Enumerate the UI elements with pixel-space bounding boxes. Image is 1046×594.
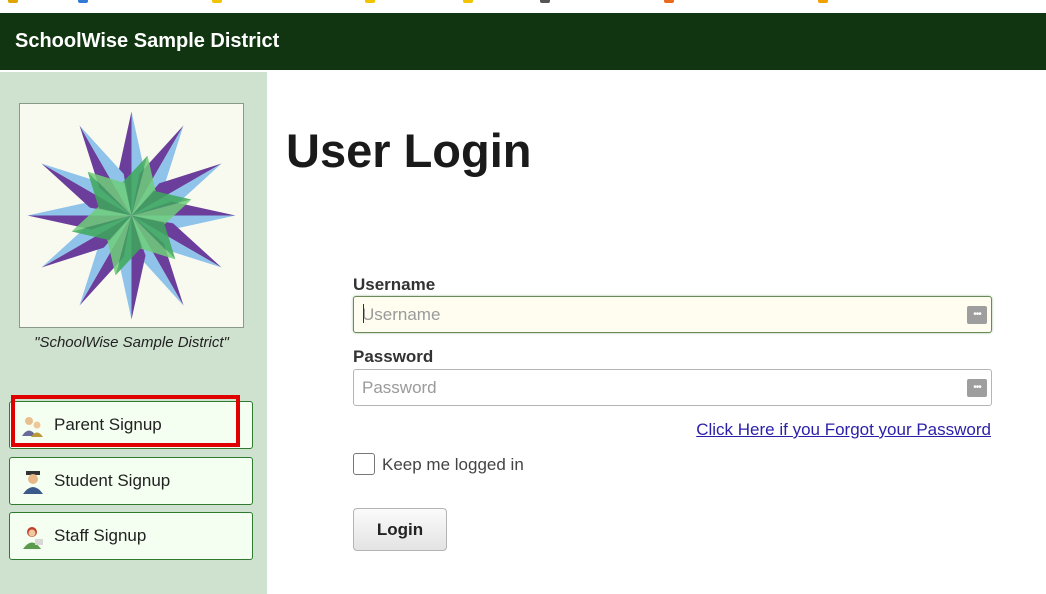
- parent-signup-button[interactable]: Parent Signup: [9, 401, 253, 449]
- password-field: •••: [353, 369, 992, 406]
- password-input[interactable]: [354, 370, 991, 405]
- parent-icon: [22, 417, 43, 437]
- student-icon: [23, 471, 43, 494]
- staff-signup-button[interactable]: Staff Signup: [9, 512, 253, 560]
- forgot-password-link[interactable]: Click Here if you Forgot your Password: [696, 420, 991, 440]
- bookmark-icon[interactable]: [540, 0, 550, 3]
- logo-caption: "SchoolWise Sample District": [34, 334, 229, 351]
- username-field: •••: [353, 296, 992, 333]
- username-label: Username: [353, 275, 436, 294]
- bookmark-icon[interactable]: [365, 0, 375, 3]
- staff-signup-label: Staff Signup: [54, 526, 147, 545]
- district-logo: [19, 103, 244, 328]
- bookmark-icon[interactable]: [818, 0, 828, 3]
- star-logo-icon: [27, 111, 236, 320]
- text-caret: [363, 304, 364, 323]
- bookmark-icon[interactable]: [78, 0, 88, 3]
- bookmark-icon[interactable]: [8, 0, 18, 3]
- keep-logged-in-checkbox[interactable]: [353, 453, 375, 475]
- staff-icon: [23, 527, 43, 549]
- password-label: Password: [353, 347, 434, 366]
- site-title: SchoolWise Sample District: [15, 30, 280, 52]
- username-input[interactable]: [354, 297, 991, 332]
- student-signup-label: Student Signup: [54, 471, 171, 490]
- site-header: SchoolWise Sample District: [0, 13, 1046, 70]
- bookmarks-bar: [0, 0, 1046, 13]
- bookmark-icon[interactable]: [463, 0, 473, 3]
- password-manager-icon[interactable]: •••: [967, 379, 987, 397]
- bookmark-icon[interactable]: [664, 0, 674, 3]
- password-manager-icon[interactable]: •••: [967, 306, 987, 324]
- bookmark-icon[interactable]: [212, 0, 222, 3]
- keep-logged-in-label: Keep me logged in: [382, 455, 524, 474]
- parent-signup-label: Parent Signup: [54, 415, 162, 434]
- page-title: User Login: [286, 124, 532, 177]
- student-signup-button[interactable]: Student Signup: [9, 457, 253, 505]
- login-button[interactable]: Login: [353, 508, 447, 551]
